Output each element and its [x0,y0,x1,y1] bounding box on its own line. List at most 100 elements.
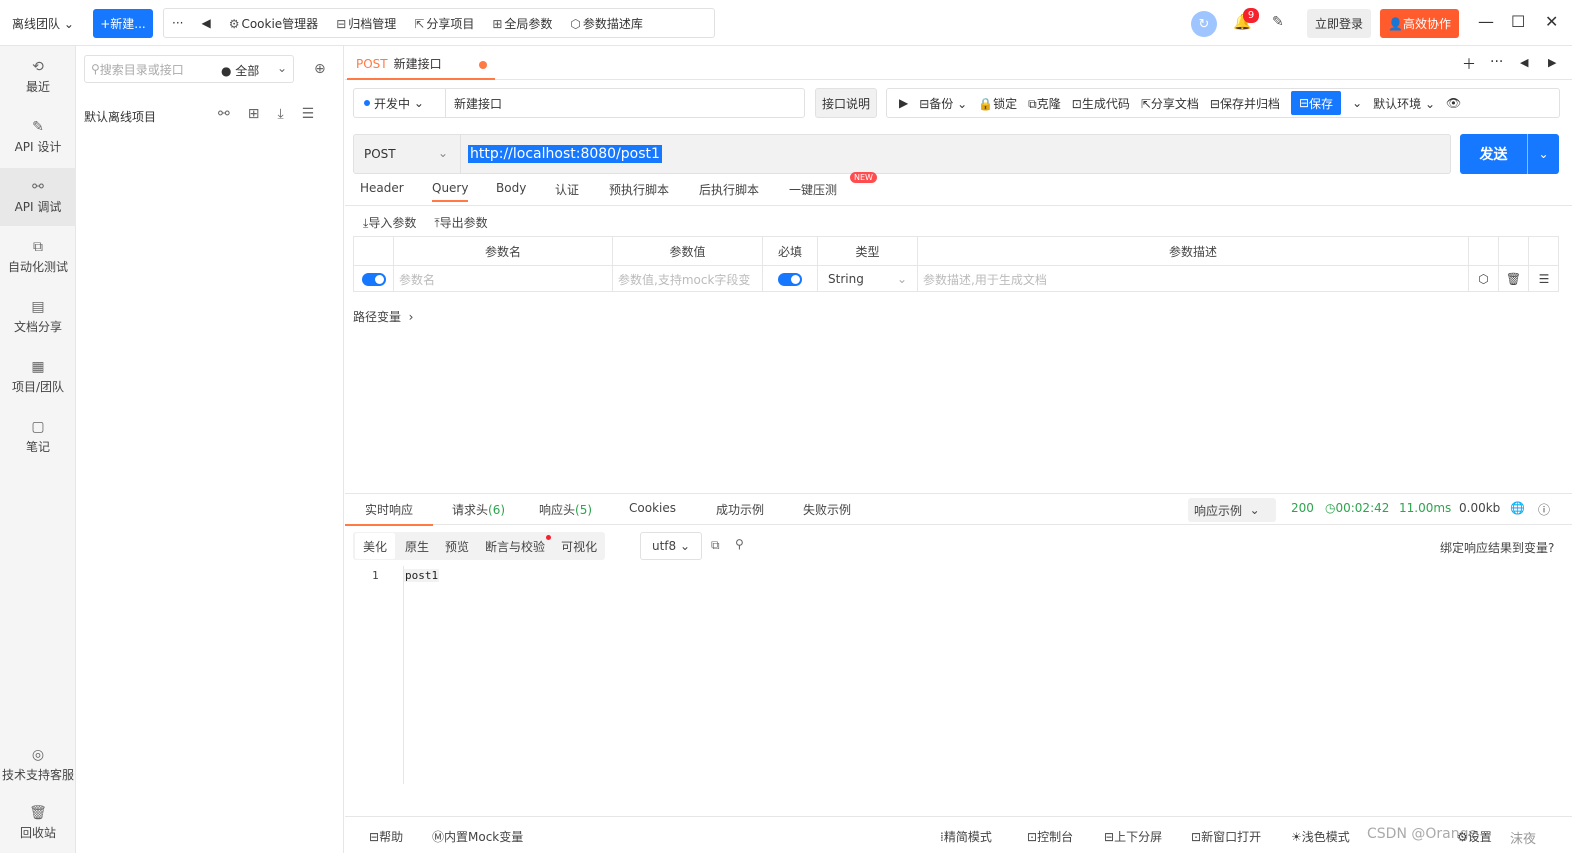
import-params-button[interactable]: ⤓导入参数 [363,214,416,231]
search-icon[interactable]: ⚲ [735,537,744,551]
tab-response-headers[interactable]: 响应头(5) [539,501,592,518]
sidebar-item-doc-share[interactable]: ▤ 文档分享 [0,288,76,346]
tab-new-api[interactable]: POST 新建接口 [347,49,495,80]
minimize-icon[interactable]: — [1478,12,1494,31]
bind-response-link[interactable]: 绑定响应结果到变量? [1440,539,1554,556]
login-button[interactable]: 立即登录 [1307,9,1371,38]
send-options-icon[interactable]: ⌄ [1527,134,1559,174]
info-icon[interactable]: ⓘ [1538,501,1550,518]
download-icon[interactable]: ⤓ [277,106,283,122]
collab-button[interactable]: 👤 高效协作 [1380,9,1459,38]
support-button[interactable]: ◎ 技术支持客服 [0,736,76,794]
console-button[interactable]: ⊡控制台 [1027,828,1073,845]
backup-button[interactable]: ⊟备份 ⌄ [919,95,967,112]
tab-success-example[interactable]: 成功示例 [716,501,764,518]
global-params-button[interactable]: ⊞ 全局参数 [492,15,552,32]
view-raw[interactable]: 原生 [397,533,437,559]
enable-toggle[interactable] [361,272,386,286]
sidebar-item-notes[interactable]: ▢ 笔记 [0,408,76,466]
tab-prev-icon[interactable]: ◀ [1520,56,1528,69]
share-doc-button[interactable]: ⇱分享文档 [1141,95,1199,112]
sidebar-item-api-debug[interactable]: ⚯ API 调试 [0,168,76,226]
maximize-icon[interactable]: ☐ [1511,12,1525,31]
api-doc-button[interactable]: 接口说明 [815,88,877,118]
eye-icon[interactable]: 👁 [1446,96,1461,110]
status-select[interactable]: 开发中 ⌄ [374,89,446,117]
run-icon[interactable]: ▶ [899,96,908,110]
team-selector[interactable]: 离线团队 ⌄ [12,15,74,32]
save-button[interactable]: ⊟ 保存 [1290,91,1342,115]
tab-pre-script[interactable]: 预执行脚本 [609,181,669,198]
response-example-select[interactable]: 响应示例 ⌄ [1188,498,1276,522]
encoding-select[interactable]: utf8 ⌄ [640,532,702,560]
tab-query[interactable]: Query [432,181,469,202]
new-button[interactable]: +新建... [93,9,153,38]
copy-icon[interactable]: ⧉ [711,538,720,553]
project-title[interactable]: 默认离线项目 [84,108,156,125]
share-project-button[interactable]: ⇱ 分享项目 [414,15,474,32]
tab-header[interactable]: Header [360,181,404,195]
close-icon[interactable]: ✕ [1545,12,1558,31]
sort-icon[interactable]: ☰ [302,106,315,122]
tab-next-icon[interactable]: ▶ [1548,56,1556,69]
tab-stress-test[interactable]: 一键压测 [789,181,837,198]
url-input[interactable]: http://localhost:8080/post1 [468,145,662,163]
more-button[interactable]: ··· [172,16,183,30]
view-visualize[interactable]: 可视化 [553,533,605,559]
settings-button[interactable]: ⚙设置 [1457,828,1492,845]
tab-post-script[interactable]: 后执行脚本 [699,181,759,198]
globe-icon[interactable]: 🌐 [1510,501,1525,515]
cookie-manager-button[interactable]: ⚙ Cookie管理器 [229,15,319,32]
param-desc-input[interactable]: 参数描述,用于生成文档 [918,266,1469,292]
notes-icon[interactable]: ✎ [1272,14,1284,30]
export-params-button[interactable]: ⤒导出参数 [434,214,487,231]
recycle-bin-button[interactable]: 🗑 回收站 [0,794,76,852]
param-value-input[interactable]: 参数值,支持mock字段变 [613,266,763,292]
mock-vars-button[interactable]: Ⓜ内置Mock变量 [432,828,523,845]
sync-icon[interactable]: ↻ [1191,11,1217,37]
param-name-input[interactable]: 参数名 [394,266,613,292]
type-select[interactable]: String ⌄ [818,266,918,292]
method-select[interactable]: POST [364,147,396,161]
send-button[interactable]: 发送 ⌄ [1460,134,1559,174]
env-select[interactable]: 默认环境 ⌄ [1373,95,1435,112]
cube-icon[interactable]: ⬡ [1469,266,1499,292]
search-input[interactable]: ⚲ 搜索目录或接口 ● 全部 ⌄ [84,55,294,83]
locate-icon[interactable]: ⊕ [314,61,326,77]
back-button[interactable]: ◀ [201,16,210,30]
save-archive-button[interactable]: ⊟保存并归档 [1210,95,1280,112]
clone-button[interactable]: ⧉克隆 [1028,95,1061,112]
add-folder-icon[interactable]: ⊞ [248,106,260,122]
light-mode-button[interactable]: ☀浅色模式 [1291,828,1350,845]
add-api-icon[interactable]: ⚯ [218,106,230,122]
request-name-input[interactable]: 新建接口 [446,95,502,112]
lock-button[interactable]: 🔒锁定 [978,95,1017,112]
new-window-button[interactable]: ⊡新窗口打开 [1191,828,1261,845]
scope-select[interactable]: ● 全部 [221,62,259,79]
delete-icon[interactable]: 🗑 [1499,266,1529,292]
sidebar-item-api-design[interactable]: ✎ API 设计 [0,108,76,166]
tab-realtime-response[interactable]: 实时响应 [345,501,434,526]
tab-request-headers[interactable]: 请求头(6) [452,501,505,518]
add-tab-icon[interactable]: ＋ [1462,54,1476,74]
response-editor[interactable]: 1 post1 [345,566,1572,786]
more-tabs-icon[interactable]: ··· [1490,54,1503,70]
sidebar-item-automation[interactable]: ⧉ 自动化测试 [0,228,76,286]
required-toggle[interactable] [778,272,802,286]
sidebar-item-recent[interactable]: ⟲ 最近 [0,48,76,106]
tab-body[interactable]: Body [496,181,526,195]
gen-code-button[interactable]: ⊡生成代码 [1072,95,1130,112]
simple-mode-button[interactable]: ⁞精简模式 [940,828,992,845]
view-assertions[interactable]: 断言与校验 [477,533,553,559]
split-button[interactable]: ⊟上下分屏 [1104,828,1162,845]
sidebar-item-project-team[interactable]: ▦ 项目/团队 [0,348,76,406]
tab-fail-example[interactable]: 失败示例 [803,501,851,518]
param-desc-lib-button[interactable]: ⬡ 参数描述库 [570,15,643,32]
archive-manager-button[interactable]: ⊟ 归档管理 [336,15,396,32]
help-button[interactable]: ⊟帮助 [369,828,403,845]
tab-cookies[interactable]: Cookies [629,501,676,515]
view-preview[interactable]: 预览 [437,533,477,559]
tab-auth[interactable]: 认证 [555,181,579,198]
path-variables-toggle[interactable]: 路径变量 › [353,308,413,325]
view-pretty[interactable]: 美化 [355,533,396,559]
